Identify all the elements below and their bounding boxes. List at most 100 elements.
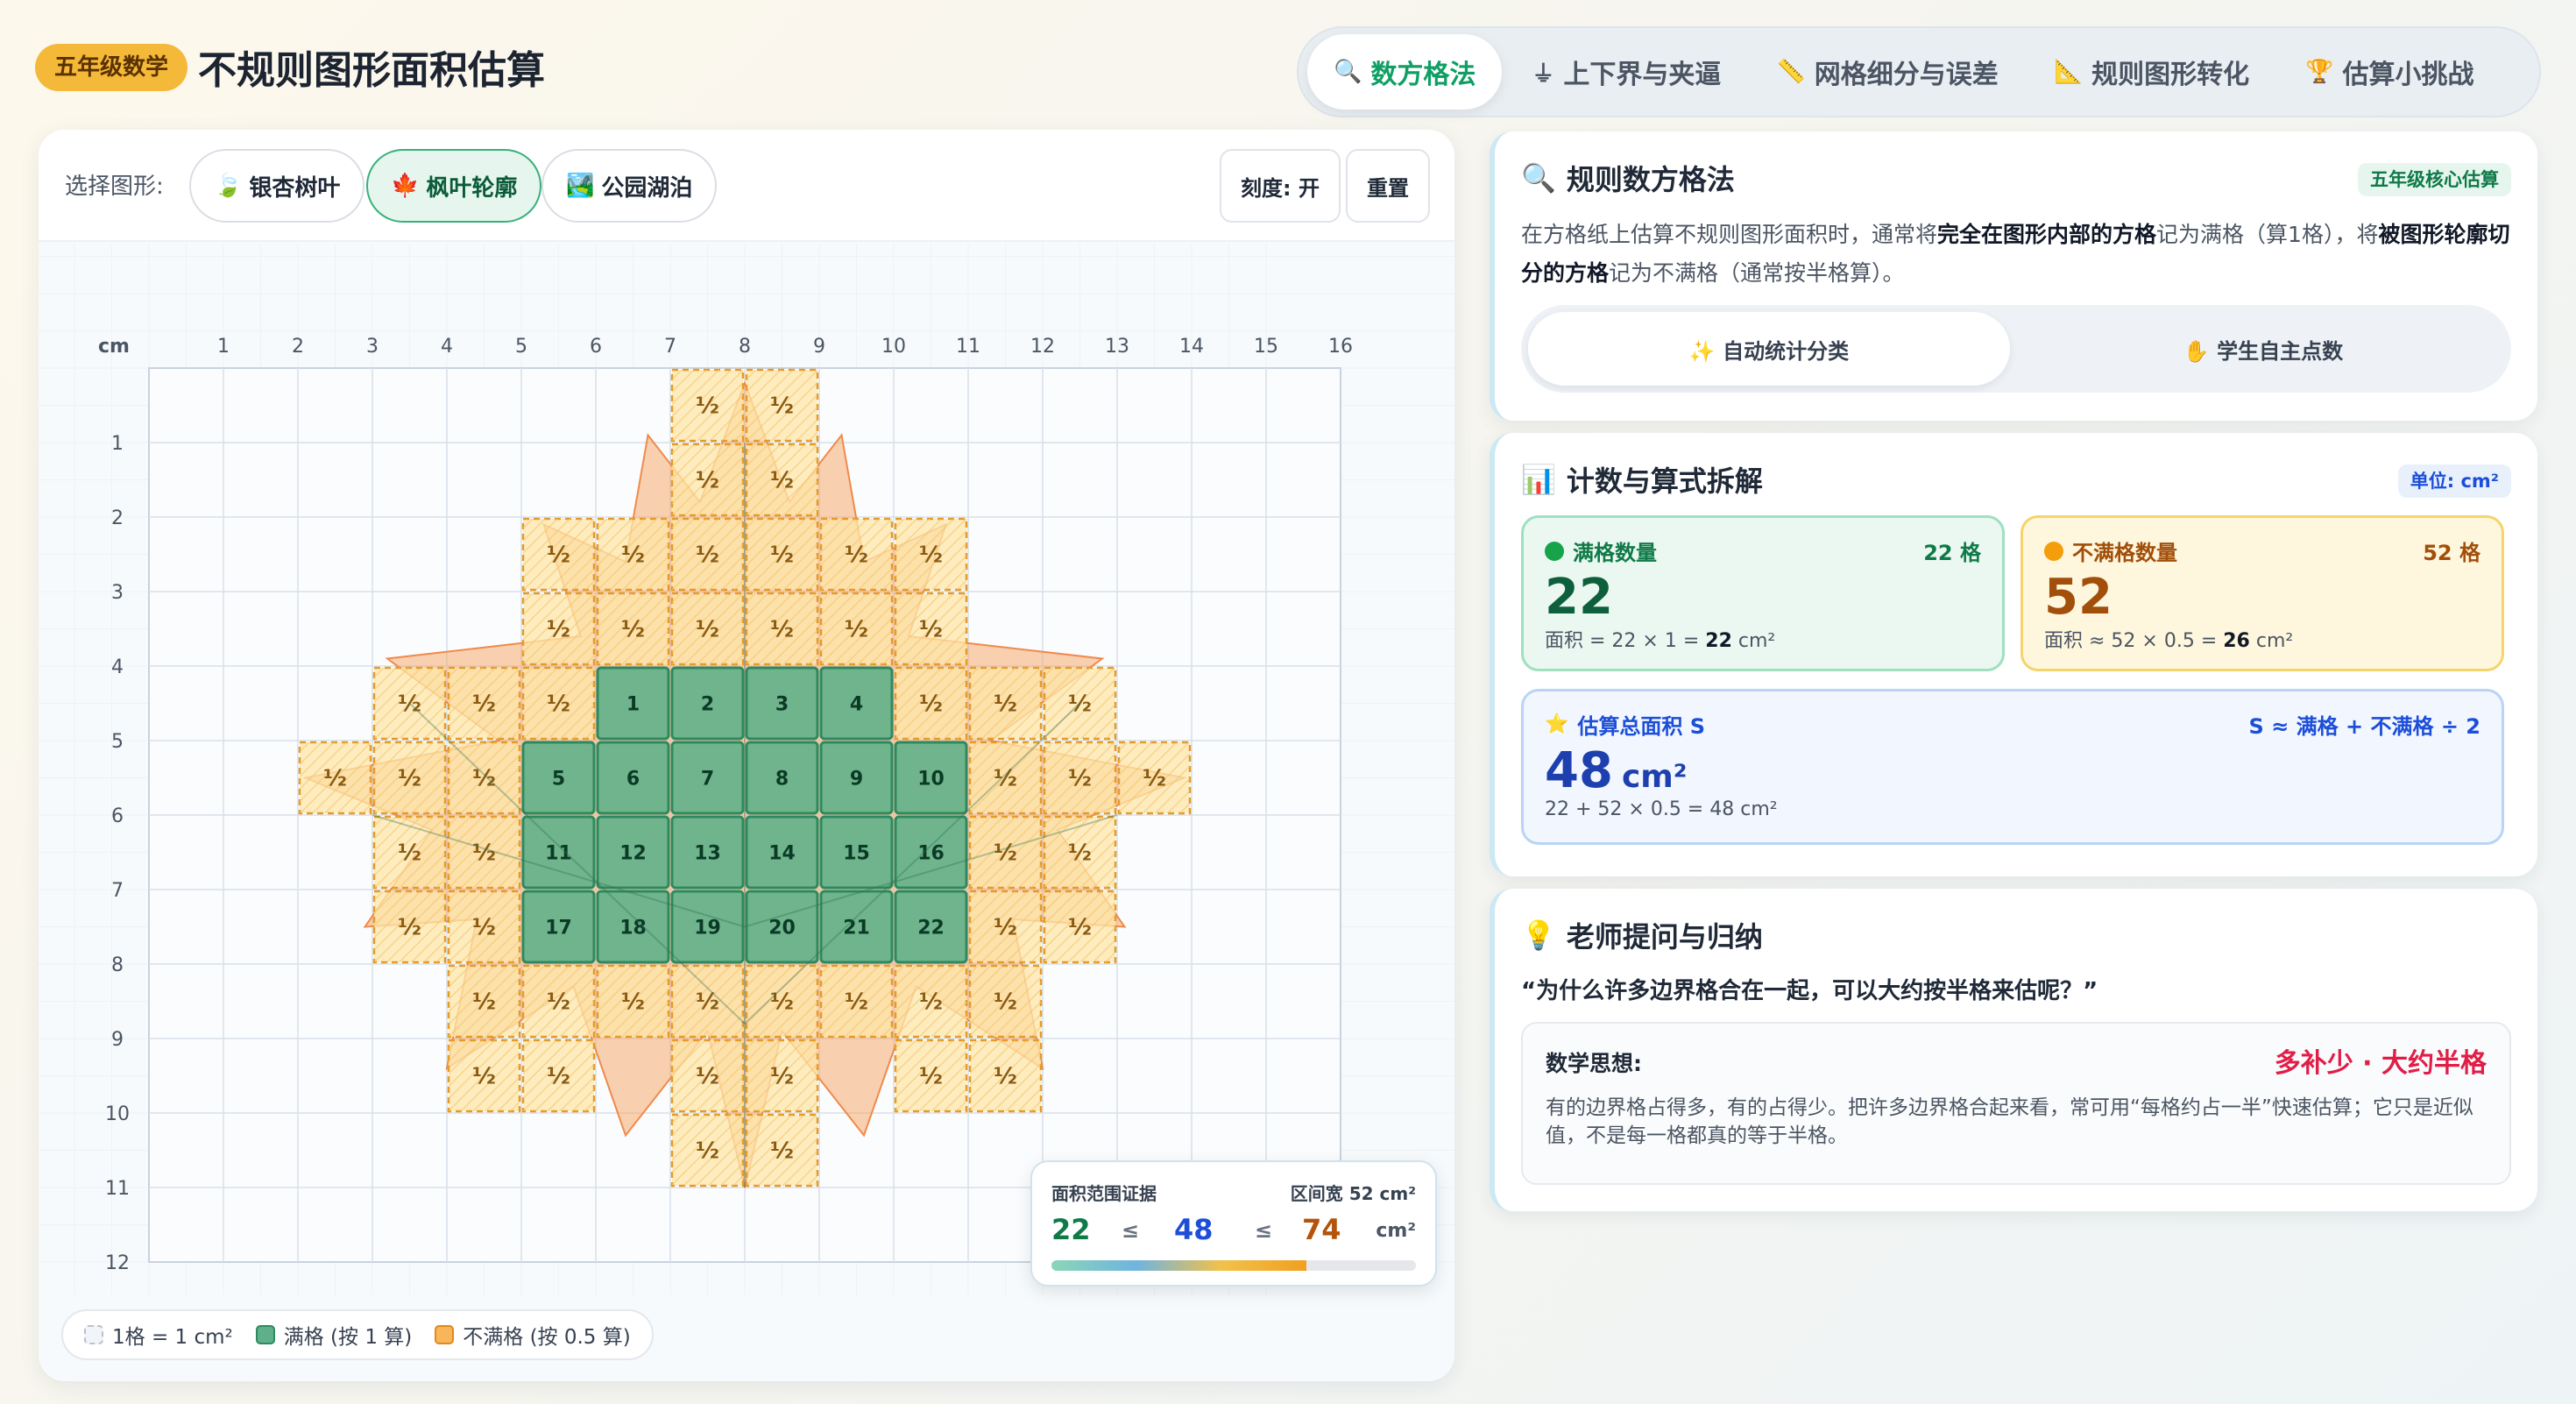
half-label: ½ — [770, 1064, 794, 1090]
mode-auto-button[interactable]: ✨ 自动统计分类 — [1528, 312, 2010, 386]
tab-transform[interactable]: 📐 规则图形转化 — [2028, 34, 2275, 110]
range-width: 区间宽 52 cm² — [1290, 1183, 1416, 1204]
full-cell-number: 8 — [775, 769, 789, 791]
tab-label: 网格细分与误差 — [1814, 60, 1999, 90]
mode-manual-button[interactable]: ✋ 学生自主点数 — [2022, 312, 2504, 386]
lightbulb-icon: 💡 — [1521, 918, 1556, 952]
half-label: ½ — [994, 766, 1017, 792]
scale-toggle-button[interactable]: 刻度: 开 — [1220, 149, 1341, 223]
half-label: ½ — [696, 989, 719, 1016]
half-label: ½ — [994, 915, 1017, 941]
grid-canvas[interactable]: cm 1 2 3 4 5 6 7 8 9 10 11 12 13 14 15 16123456789101112… — [39, 244, 1454, 1295]
half-label: ½ — [472, 989, 496, 1016]
tab-subdivide[interactable]: 📏 网格细分与误差 — [1751, 34, 2024, 110]
y-tick-label: 9 — [111, 1029, 124, 1051]
x-tick-label: 6 — [590, 336, 602, 358]
count-title-text: 计数与算式拆解 — [1566, 464, 1763, 498]
tab-label: 规则图形转化 — [2091, 60, 2250, 90]
grade-badge: 五年级数学 — [35, 44, 188, 91]
total-big-number: 48 cm² — [1545, 742, 1688, 799]
half-label: ½ — [323, 766, 347, 792]
grid-legend: 1格 = 1 cm² 满格 (按 1 算) 不满格 (按 0.5 算) — [61, 1309, 654, 1360]
tab-count-squares[interactable]: 🔍 数方格法 — [1307, 34, 1503, 110]
half-label: ½ — [472, 691, 496, 718]
method-card-title: 🔍 规则数方格法 — [1521, 158, 1735, 198]
unit-badge: 单位: cm² — [2397, 464, 2511, 498]
y-tick-label: 7 — [111, 880, 124, 902]
shape-label: 枫叶轮廓 — [426, 174, 518, 202]
half-label: ½ — [1143, 766, 1166, 792]
y-tick-label: 3 — [111, 582, 124, 604]
teacher-question: “为什么许多边界格合在一起，可以大约按半格来估呢？” — [1521, 978, 2098, 1004]
idea-label: 数学思想: — [1546, 1051, 1642, 1076]
partial-formula: 面积 ≈ 52 × 0.5 = 26 cm² — [2044, 625, 2293, 653]
partial-count-stat: 不满格数量 52 格 52 面积 ≈ 52 × 0.5 = 26 cm² — [2020, 515, 2504, 671]
full-cell-number: 1 — [626, 694, 640, 716]
y-tick-label: 11 — [105, 1178, 130, 1200]
shape-label: 公园湖泊 — [601, 174, 693, 202]
x-tick-label: 11 — [956, 336, 980, 358]
half-label: ½ — [472, 915, 496, 941]
legend-partial: 不满格 (按 0.5 算) — [435, 1320, 631, 1350]
y-tick-label: 4 — [111, 656, 124, 678]
half-label: ½ — [845, 989, 868, 1016]
shape-ginkgo-button[interactable]: 🍃 银杏树叶 — [189, 149, 365, 223]
y-tick-label: 5 — [111, 731, 124, 753]
half-label: ½ — [696, 394, 719, 420]
half-label: ½ — [696, 1064, 719, 1090]
method-badge: 五年级核心估算 — [2358, 163, 2511, 196]
desc-text: 记为满格（算1格），将 — [2156, 222, 2379, 247]
tab-label: 上下界与夹逼 — [1563, 60, 1722, 90]
shape-lake-button[interactable]: 🏞️ 公园湖泊 — [541, 149, 718, 223]
desc-bold: 完全在图形内部的方格 — [1937, 222, 2157, 247]
half-label: ½ — [621, 989, 645, 1016]
tab-challenge[interactable]: 🏆 估算小挑战 — [2279, 34, 2500, 110]
half-label: ½ — [919, 691, 943, 718]
full-count-stat: 满格数量 22 格 22 面积 = 22 × 1 = 22 cm² — [1521, 515, 2005, 671]
shape-maple-button[interactable]: 🍁 枫叶轮廓 — [366, 149, 542, 223]
half-label: ½ — [845, 617, 868, 643]
full-count: 22 格 — [1923, 541, 1981, 565]
range-title: 面积范围证据 — [1051, 1183, 1157, 1204]
formula-value: 22 — [1705, 630, 1732, 652]
math-idea-box: 数学思想: 多补少 · 大约半格 有的边界格占得多，有的占得少。把许多边界格合起… — [1521, 1022, 2511, 1185]
full-cell-number: 19 — [694, 918, 721, 940]
axis-unit-label: cm — [98, 336, 130, 358]
half-label: ½ — [1068, 766, 1092, 792]
half-label: ½ — [994, 989, 1017, 1016]
x-tick-label: 4 — [441, 336, 453, 358]
half-label: ½ — [696, 617, 719, 643]
x-tick-label: 3 — [366, 336, 379, 358]
reset-button[interactable]: 重置 — [1346, 149, 1430, 223]
range-unit: cm² — [1376, 1220, 1416, 1242]
partial-label-text: 不满格数量 — [2072, 541, 2177, 565]
full-cell-number: 10 — [917, 769, 945, 791]
legend-full: 满格 (按 1 算) — [255, 1320, 413, 1350]
y-tick-label: 1 — [111, 433, 124, 455]
method-description: 在方格纸上估算不规则图形面积时，通常将完全在图形内部的方格记为满格（算1格），将… — [1521, 216, 2511, 293]
half-label: ½ — [919, 617, 943, 643]
tab-label: 估算小挑战 — [2342, 60, 2474, 90]
shape-toolbar: 选择图形: 🍃 银杏树叶 🍁 枫叶轮廓 🏞️ 公园湖泊 刻度: 开 重置 — [39, 130, 1454, 242]
full-cell-number: 12 — [619, 843, 647, 865]
full-cell-number: 13 — [694, 843, 721, 865]
x-tick-label: 2 — [292, 336, 304, 358]
tab-bounds[interactable]: ⏚ 上下界与夹逼 — [1505, 34, 1747, 110]
full-label-text: 满格数量 — [1573, 541, 1657, 565]
full-cell-number: 18 — [619, 918, 647, 940]
shape-label: 银杏树叶 — [249, 174, 341, 202]
x-tick-label: 7 — [664, 336, 676, 358]
half-label: ½ — [398, 840, 421, 867]
select-shape-label: 选择图形: — [65, 174, 164, 200]
half-label: ½ — [845, 542, 868, 569]
partial-swatch — [435, 1325, 455, 1344]
full-cell-number: 15 — [843, 843, 870, 865]
orange-dot-icon — [2044, 541, 2063, 561]
half-label: ½ — [770, 468, 794, 494]
legend-full-label: 满格 (按 1 算) — [283, 1326, 413, 1349]
legend-unit: 1格 = 1 cm² — [84, 1320, 233, 1350]
bound-icon: ⏚ — [1532, 60, 1555, 88]
green-dot-icon — [1545, 541, 1564, 561]
half-label: ½ — [696, 1138, 719, 1165]
full-cell-number: 14 — [768, 843, 796, 865]
